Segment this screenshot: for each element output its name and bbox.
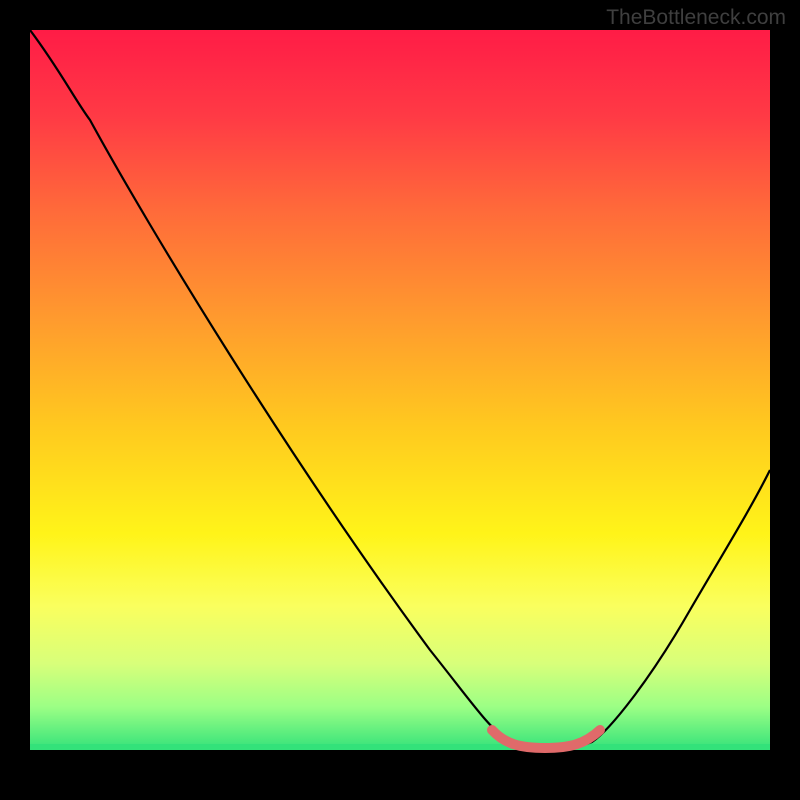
bottleneck-curve-line bbox=[30, 30, 770, 747]
plot-area bbox=[30, 30, 770, 770]
chart-svg bbox=[30, 30, 770, 770]
chart-frame bbox=[30, 30, 770, 770]
watermark-text: TheBottleneck.com bbox=[606, 6, 786, 30]
optimal-zone-highlight bbox=[492, 730, 600, 748]
